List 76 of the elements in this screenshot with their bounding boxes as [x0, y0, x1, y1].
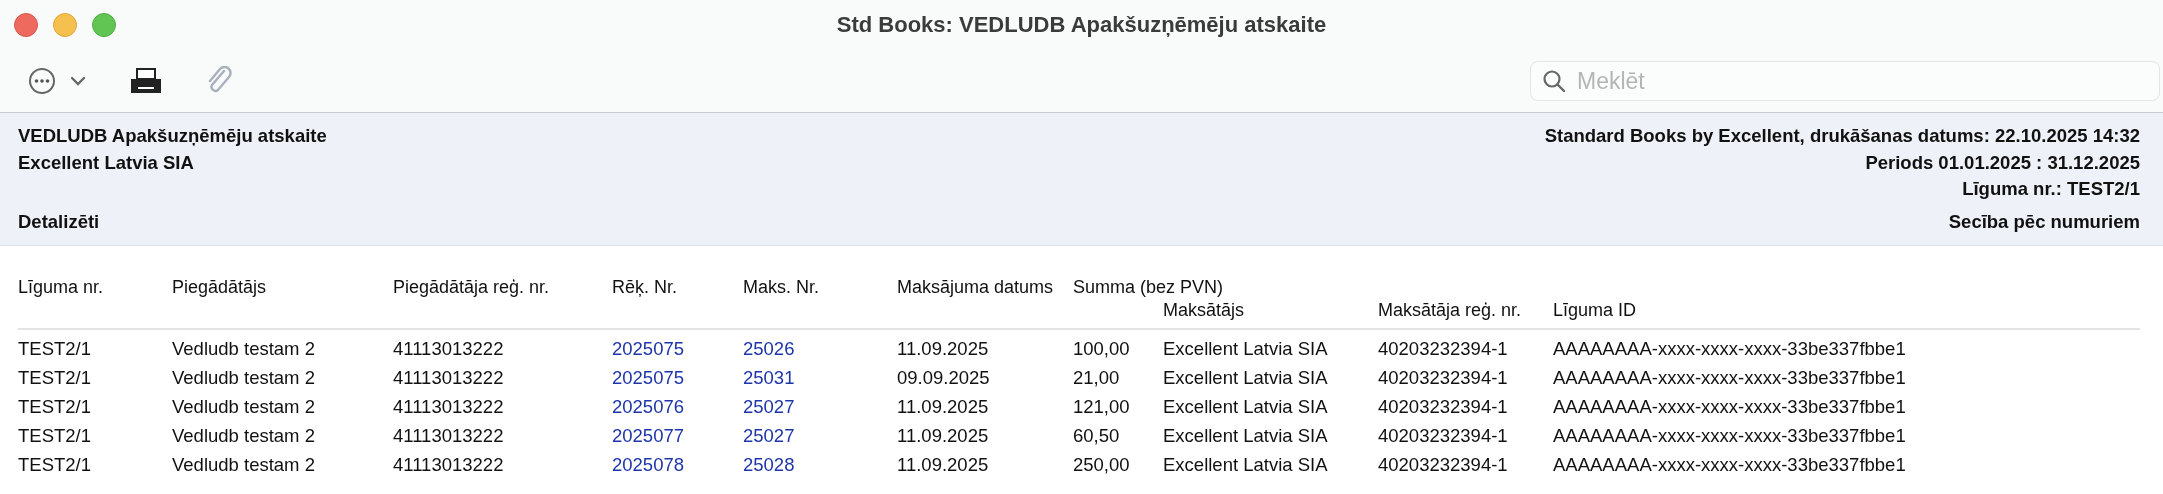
table-cell-text: AAAAAAAA-xxxx-xxxx-xxxx-33be337fbbe1: [1553, 337, 1907, 361]
report-header-text: Excellent Latvia SIA: [18, 151, 194, 174]
table-link[interactable]: 2025075: [612, 334, 743, 363]
table-cell-text: Vedludb testam 2: [172, 366, 316, 390]
table-cell-text: AAAAAAAA-xxxx-xxxx-xxxx-33be337fbbe1: [1553, 366, 1907, 390]
table-cell-text: 09.09.2025: [897, 366, 991, 390]
table-cell-text: 40203232394-1: [1378, 424, 1509, 448]
column-header: Maksātājs: [1163, 299, 1246, 322]
search-icon: [1542, 69, 1566, 93]
chevron-down-icon[interactable]: [70, 75, 86, 87]
table-cell-text: Vedludb testam 2: [172, 395, 316, 419]
table-link[interactable]: 2025075: [612, 363, 743, 392]
column-header: Piegādātājs: [172, 276, 268, 299]
report-header-text: Periods 01.01.2025 : 31.12.2025: [1865, 151, 2140, 174]
column-header: Līguma nr.: [18, 276, 105, 299]
column-header: Maksātāja reģ. nr.: [1378, 299, 1523, 322]
table-cell-text: Excellent Latvia SIA: [1163, 366, 1329, 390]
minimize-button[interactable]: [53, 13, 77, 37]
zoom-button[interactable]: [92, 13, 116, 37]
table-cell-text: TEST2/1: [18, 337, 92, 361]
table-cell-text: 60,50: [1073, 424, 1121, 448]
report-header-text: Līguma nr.: TEST2/1: [1962, 178, 2140, 201]
table-cell-text: 11.09.2025: [897, 453, 990, 477]
table-cell-text: 121,00: [1073, 395, 1131, 419]
report-header-text: Standard Books by Excellent, drukāšanas datums: 22.10.2025 14:32: [1544, 125, 2140, 148]
table-cell-text: 11.09.2025: [897, 395, 990, 419]
table-cell-text: 41113013222: [393, 395, 505, 419]
table-cell-text: 41113013222: [393, 337, 505, 361]
table-cell-text: 41113013222: [393, 424, 505, 448]
table-cell-text: 41113013222: [393, 453, 505, 477]
table-link[interactable]: 2025076: [612, 392, 743, 421]
table-cell-text: 250,00: [1073, 453, 1131, 477]
column-header: Līguma ID: [1553, 299, 1638, 322]
report-header-text: Detalizēti: [18, 210, 100, 233]
table-cell-text: Excellent Latvia SIA: [1163, 395, 1329, 419]
table-cell-text: AAAAAAAA-xxxx-xxxx-xxxx-33be337fbbe1: [1553, 424, 1907, 448]
table-cell-text: 40203232394-1: [1378, 337, 1509, 361]
table-cell-text: Vedludb testam 2: [172, 424, 316, 448]
more-icon[interactable]: [28, 67, 56, 95]
column-header: Summa (bez PVN): [1073, 276, 1225, 299]
table-link[interactable]: 2025077: [612, 421, 743, 450]
table-cell-text: Vedludb testam 2: [172, 337, 316, 361]
table-cell-text: 11.09.2025: [897, 337, 990, 361]
table-cell-text: 40203232394-1: [1378, 453, 1509, 477]
printer-icon[interactable]: [130, 68, 162, 94]
table-cell-text: 41113013222: [393, 366, 505, 390]
table-link[interactable]: 25027: [743, 392, 897, 421]
column-header: Maks. Nr.: [743, 276, 820, 299]
table-cell-text: AAAAAAAA-xxxx-xxxx-xxxx-33be337fbbe1: [1553, 453, 1907, 477]
table-link[interactable]: 25031: [743, 363, 897, 392]
table-cell-text: AAAAAAAA-xxxx-xxxx-xxxx-33be337fbbe1: [1553, 395, 1907, 419]
table-cell-text: TEST2/1: [18, 395, 92, 419]
table-cell-text: 40203232394-1: [1378, 366, 1509, 390]
table-link[interactable]: 2025078: [612, 450, 743, 479]
table-cell-text: 11.09.2025: [897, 424, 990, 448]
table-cell-text: Excellent Latvia SIA: [1163, 337, 1329, 361]
table-cell-text: TEST2/1: [18, 424, 92, 448]
table-link[interactable]: 25026: [743, 334, 897, 363]
report-header-text: Secība pēc numuriem: [1948, 210, 2140, 233]
column-header: Piegādātāja reģ. nr.: [393, 276, 551, 299]
table-cell-text: 100,00: [1073, 337, 1131, 361]
close-button[interactable]: [14, 13, 38, 37]
table-link[interactable]: 25027: [743, 421, 897, 450]
column-header: Maksājuma datums: [897, 276, 1055, 299]
report-header-text: VEDLUDB Apakšuzņēmēju atskaite: [18, 125, 327, 148]
table-cell-text: Vedludb testam 2: [172, 453, 316, 477]
column-header: Rēķ. Nr.: [612, 276, 678, 299]
search-field[interactable]: Meklēt: [1530, 61, 2160, 101]
table-cell-text: TEST2/1: [18, 453, 92, 477]
table-cell-text: Excellent Latvia SIA: [1163, 424, 1329, 448]
table-cell-text: Excellent Latvia SIA: [1163, 453, 1329, 477]
table-cell-text: TEST2/1: [18, 366, 92, 390]
window-title: Std Books: VEDLUDB Apakšuzņēmēju atskaite: [836, 12, 1327, 38]
table-cell-text: 40203232394-1: [1378, 395, 1509, 419]
table-link[interactable]: 25028: [743, 450, 897, 479]
table-cell-text: 21,00: [1073, 366, 1121, 390]
